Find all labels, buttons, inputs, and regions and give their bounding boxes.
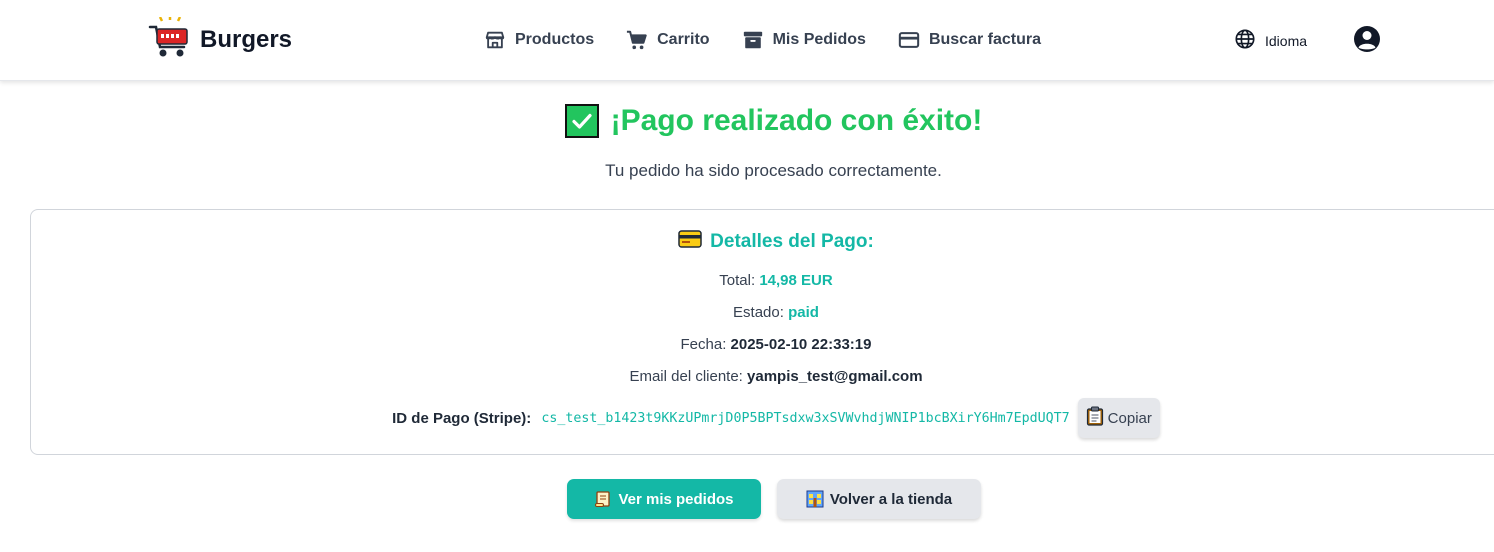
email-value: yampis_test@gmail.com <box>747 368 923 385</box>
nav-link-products-label: Productos <box>515 31 595 48</box>
store-emoji-icon <box>806 490 824 508</box>
date-row: Fecha: 2025-02-10 22:33:19 <box>31 336 1494 353</box>
total-value: 14,98 EUR <box>759 272 833 289</box>
status-label: Estado: <box>733 304 784 321</box>
copy-button[interactable]: Copiar <box>1077 398 1160 438</box>
copy-button-label: Copiar <box>1107 409 1152 427</box>
status-value: paid <box>788 304 819 321</box>
nav-link-invoice[interactable]: Buscar factura <box>898 29 1041 51</box>
cart-logo-icon <box>148 15 190 64</box>
credit-card-emoji-icon <box>678 230 702 254</box>
back-to-store-label: Volver a la tienda <box>829 490 953 508</box>
total-row: Total: 14,98 EUR <box>31 272 1494 289</box>
scroll-icon <box>594 490 612 508</box>
view-orders-button[interactable]: Ver mis pedidos <box>567 479 761 519</box>
store-icon <box>484 29 506 51</box>
check-mark-icon <box>564 104 599 138</box>
language-label: Idioma <box>1265 32 1308 49</box>
date-label: Fecha: <box>680 336 727 353</box>
success-subtitle: Tu pedido ha sido procesado correctament… <box>605 161 942 180</box>
success-title-text: ¡Pago realizado con éxito! <box>610 104 983 137</box>
archive-icon <box>742 29 764 51</box>
credit-card-icon <box>898 29 920 51</box>
user-circle-icon <box>1353 26 1381 57</box>
payment-details-heading: Detalles del Pago: <box>31 230 1494 254</box>
cart-icon <box>626 29 648 51</box>
email-label: Email del cliente: <box>629 368 743 385</box>
nav-link-products[interactable]: Productos <box>484 29 594 51</box>
brand-name: Burgers <box>200 26 293 53</box>
nav-link-orders[interactable]: Mis Pedidos <box>742 29 866 51</box>
user-menu-button[interactable] <box>1353 25 1381 53</box>
back-to-store-button[interactable]: Volver a la tienda <box>777 479 981 519</box>
language-selector[interactable]: Idioma <box>1234 28 1307 53</box>
payment-id-label: ID de Pago (Stripe): <box>392 409 532 427</box>
nav-link-cart-label: Carrito <box>657 31 710 48</box>
payment-details-heading-text: Detalles del Pago: <box>710 231 874 252</box>
nav-link-cart[interactable]: Carrito <box>626 29 710 51</box>
payment-id-row: ID de Pago (Stripe): cs_test_b1423t9KKzU… <box>31 398 1494 438</box>
nav-links: Productos Carrito Mis Pedidos Buscar fac… <box>484 26 1041 54</box>
clipboard-icon <box>1086 406 1104 430</box>
success-title: ¡Pago realizado con éxito! <box>0 104 1494 138</box>
date-value: 2025-02-10 22:33:19 <box>730 336 872 353</box>
email-row: Email del cliente: yampis_test@gmail.com <box>31 368 1494 385</box>
brand-link[interactable]: Burgers <box>148 15 293 64</box>
view-orders-label: Ver mis pedidos <box>618 490 734 508</box>
payment-id-value: cs_test_b1423t9KKzUPmrjD0P5BPTsdxw3xSVWv… <box>541 410 1070 426</box>
status-row: Estado: paid <box>31 304 1494 321</box>
navbar: Burgers Productos Carrito Mis Pedidos Bu… <box>0 0 1494 81</box>
payment-details-card: Detalles del Pago: Total: 14,98 EUR Esta… <box>30 209 1494 455</box>
nav-link-invoice-label: Buscar factura <box>928 31 1041 48</box>
nav-link-orders-label: Mis Pedidos <box>772 31 866 48</box>
total-label: Total: <box>719 272 756 289</box>
globe-icon <box>1234 28 1256 53</box>
